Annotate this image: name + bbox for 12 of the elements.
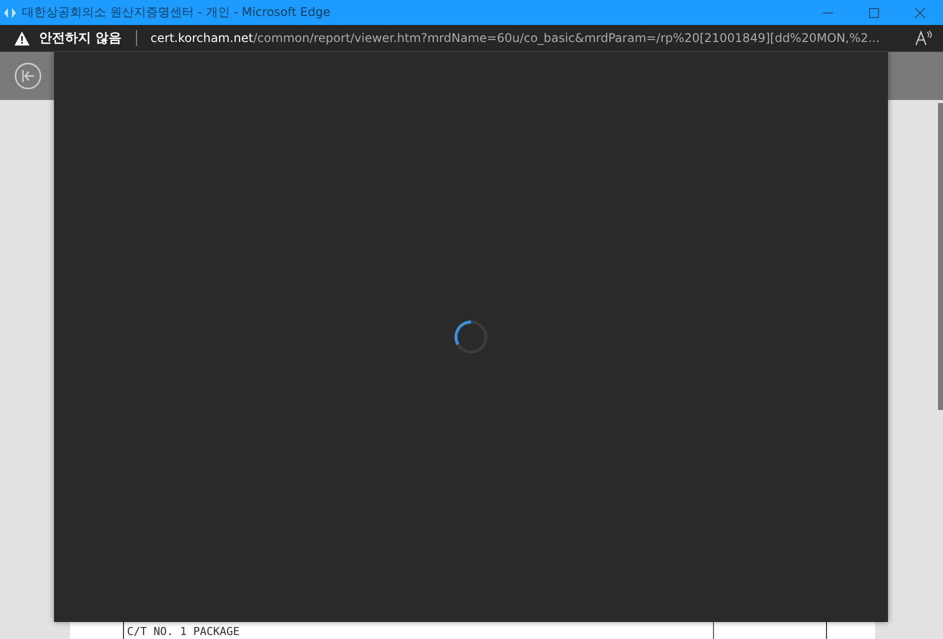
address-field[interactable]: cert.korcham.net/common/report/viewer.htm?mrdName=60u/co_basic&mrdParam=/rp%20[21001849][dd%20MON,%2...	[150, 31, 880, 45]
scrollbar-thumb[interactable]	[938, 103, 943, 410]
browser-icon	[3, 6, 17, 20]
window-title: 대한상공회의소 원산지증명센터 - 개인 - Microsoft Edge	[22, 4, 330, 21]
warning-icon	[14, 30, 30, 46]
maximize-icon	[868, 6, 880, 18]
close-icon	[914, 6, 926, 18]
read-aloud-icon[interactable]	[915, 30, 933, 46]
security-label[interactable]: 안전하지 않음	[39, 29, 122, 47]
back-icon[interactable]	[14, 62, 42, 90]
loading-spinner-icon	[454, 320, 488, 354]
document-text: C/T NO. 1 PACKAGE	[126, 625, 240, 639]
